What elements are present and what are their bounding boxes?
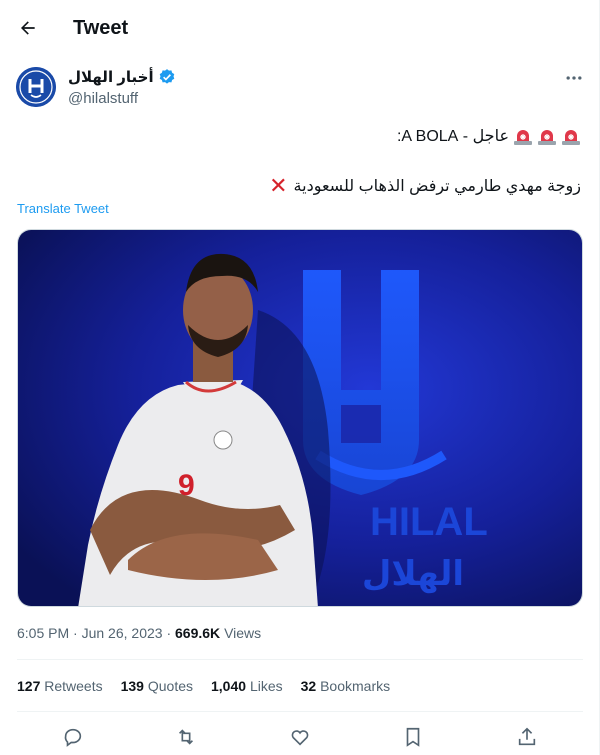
bookmarks-stat[interactable]: 32 Bookmarks xyxy=(301,678,391,694)
engagement-stats: 127 Retweets 139 Quotes 1,040 Likes 32 B… xyxy=(17,678,390,694)
siren-emoji-icon xyxy=(513,128,533,145)
retweets-label: Retweets xyxy=(44,678,103,694)
author-handle[interactable]: @hilalstuff xyxy=(68,90,176,107)
more-options-button[interactable] xyxy=(560,64,588,92)
cross-mark-icon: ✕ xyxy=(269,173,288,198)
tweet-date[interactable]: Jun 26, 2023 xyxy=(82,625,163,641)
arrow-left-icon xyxy=(21,21,35,35)
siren-emoji-icon xyxy=(561,128,581,145)
views-label: Views xyxy=(224,625,262,641)
translate-tweet-link[interactable]: Translate Tweet xyxy=(17,201,109,216)
author-name[interactable]: أخبار الهلال xyxy=(68,68,154,86)
bookmark-icon xyxy=(406,727,420,747)
jersey-number: 9 xyxy=(178,469,195,502)
retweet-button[interactable] xyxy=(172,723,200,751)
bookmarks-count: 32 xyxy=(300,678,317,694)
back-button[interactable] xyxy=(12,12,44,44)
share-button[interactable] xyxy=(513,723,541,751)
divider xyxy=(17,659,583,660)
tweet-media-image[interactable]: HILAL الهلال 9 xyxy=(17,229,583,607)
retweets-stat[interactable]: 127 Retweets xyxy=(17,678,103,694)
heart-icon xyxy=(291,730,309,746)
quotes-count: 139 xyxy=(120,678,144,694)
like-button[interactable] xyxy=(286,723,314,751)
retweets-count: 127 xyxy=(17,678,41,694)
verified-badge-icon xyxy=(159,69,174,84)
tweet-time[interactable]: 6:05 PM xyxy=(17,625,69,641)
author-block: أخبار الهلال @hilalstuff xyxy=(68,68,176,107)
meta-separator: · xyxy=(73,625,78,641)
action-bar xyxy=(17,723,583,751)
tweet-text-line-1: عاجل - A BOLA: xyxy=(397,126,581,146)
logo-text-ar: الهلال xyxy=(362,554,464,594)
likes-label: Likes xyxy=(249,678,283,694)
tweet-line2-text: زوجة مهدي طارمي ترفض الذهاب للسعودية xyxy=(293,178,581,195)
quotes-label: Quotes xyxy=(147,678,193,694)
avatar[interactable] xyxy=(16,67,56,107)
share-icon xyxy=(518,727,536,746)
likes-stat[interactable]: 1,040 Likes xyxy=(211,678,283,694)
likes-count: 1,040 xyxy=(211,678,247,694)
divider xyxy=(17,711,583,712)
hilal-logo-icon xyxy=(16,67,56,107)
reply-icon xyxy=(64,728,82,747)
page-title: Tweet xyxy=(73,17,129,39)
quotes-stat[interactable]: 139 Quotes xyxy=(121,678,193,694)
tweet-text-line-2: ✕ زوجة مهدي طارمي ترفض الذهاب للسعودية xyxy=(269,175,581,197)
logo-text-en: HILAL xyxy=(370,500,488,544)
retweet-icon xyxy=(178,729,194,745)
views-count: 669.6K xyxy=(175,625,221,641)
bookmark-button[interactable] xyxy=(399,723,427,751)
meta-separator: · xyxy=(166,625,172,641)
more-horizontal-icon xyxy=(566,76,582,80)
tweet-line1-text: عاجل - A BOLA: xyxy=(396,128,509,145)
player-photo: HILAL الهلال 9 xyxy=(18,230,582,606)
tweet-meta: 6:05 PM · Jun 26, 2023 · 669.6K Views xyxy=(17,625,261,641)
tweet-detail-page: Tweet أخبار الهلال @hilalstuff عاجل - A … xyxy=(0,0,600,755)
siren-emoji-icon xyxy=(537,128,557,145)
bookmarks-label: Bookmarks xyxy=(320,678,391,694)
reply-button[interactable] xyxy=(59,723,87,751)
header: Tweet xyxy=(0,0,600,57)
